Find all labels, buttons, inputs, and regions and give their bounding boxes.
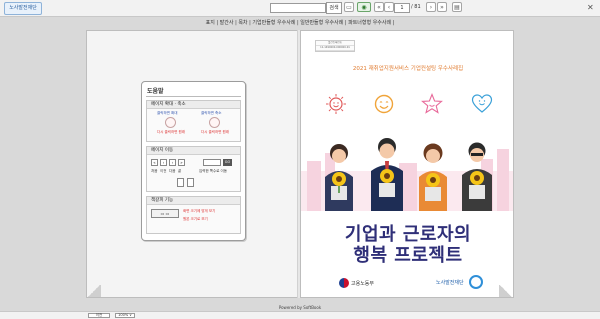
zoom-help-section: 페이지 확대 · 축소 클릭하면 확대 클릭하면 축소 다시 클릭하면 원래 다… [146, 100, 241, 142]
next-page-icon: › [169, 159, 176, 166]
fit-button-sample: ▭ ▭ [151, 209, 179, 218]
nav-label-last: 끝 [178, 169, 182, 173]
book-spread: 도움말 페이지 확대 · 축소 클릭하면 확대 클릭하면 축소 다시 클릭하면 … [86, 30, 514, 298]
page-number-input[interactable]: 1 [394, 3, 410, 13]
page-thumb-icon [177, 178, 184, 187]
foundation-name: 노사발전재단 [436, 280, 464, 286]
prev-page-icon: ‹ [160, 159, 167, 166]
view-mode-icon[interactable]: ▭ [344, 2, 354, 12]
zoom-in-label: 클릭하면 확대 [157, 111, 178, 115]
nav-help-title: 페이지 이동 [147, 147, 240, 155]
smile-face-icon [374, 94, 394, 114]
first-page-icon: « [151, 159, 158, 166]
prev-page-icon[interactable]: ‹ [384, 2, 394, 12]
ministry-emblem-icon [339, 278, 349, 288]
sun-face-icon [326, 94, 346, 114]
fit-help-section: 책갈피 기능 ▭ ▭ 화면 크기에 맞게 보기 원본 크기로 보기 [146, 196, 241, 234]
prev-spread-button[interactable]: 이전 [88, 313, 110, 318]
go-button: GO [223, 159, 232, 166]
print-icon[interactable]: ▤ [452, 2, 462, 12]
fit-note-1: 화면 크기에 맞게 보기 [183, 209, 216, 213]
next-page-icon[interactable]: › [426, 2, 436, 12]
foundation-logo[interactable]: 노사발전재단 [4, 2, 42, 15]
help-title: 도움말 [147, 88, 164, 95]
registration-stamp: 발간등록번호 11-1490000-000000-01 [315, 40, 355, 52]
left-page[interactable]: 도움말 페이지 확대 · 축소 클릭하면 확대 클릭하면 축소 다시 클릭하면 … [86, 30, 298, 298]
page-input-sample [203, 159, 221, 166]
workers-illustration [301, 138, 513, 211]
page-curl-right[interactable] [499, 285, 513, 297]
page-thumb-icon [187, 178, 194, 187]
nav-help-section: 페이지 이동 « ‹ › » GO 처음 이전 다음 끝 입력한 쪽수로 이동 [146, 146, 241, 192]
top-toolbar: 노사발전재단 검색 ▭ ◉ « ‹ 1 / 81 › » ▤ ✕ [0, 0, 600, 17]
zoom-out-label: 클릭하면 축소 [201, 111, 222, 115]
nav-label-first: 처음 [151, 169, 158, 173]
foundation-logo-icon [469, 275, 483, 289]
report-subtitle: 2021 재취업지원서비스 기업컨설팅 우수사례집 [352, 66, 464, 72]
powered-by: Powered by SoftBook [278, 305, 322, 310]
heart-face-icon [471, 94, 493, 113]
zoom-out-icon [209, 117, 220, 128]
search-input[interactable] [270, 3, 326, 13]
fit-note-2: 원본 크기로 보기 [183, 217, 208, 221]
nav-note: 입력한 쪽수로 이동 [199, 169, 227, 173]
help-panel: 도움말 페이지 확대 · 축소 클릭하면 확대 클릭하면 축소 다시 클릭하면 … [141, 81, 246, 241]
zoom-help-title: 페이지 확대 · 축소 [147, 101, 240, 109]
zoom-in-icon [165, 117, 176, 128]
nav-label-prev: 이전 [160, 169, 167, 173]
last-page-icon: » [178, 159, 185, 166]
stamp-row: 11-1490000-000000-01 [316, 46, 354, 51]
page-total: / 81 [411, 4, 421, 10]
star-face-icon [421, 93, 443, 114]
first-page-icon[interactable]: « [374, 2, 384, 12]
page-curl-left[interactable] [87, 285, 101, 297]
last-page-icon[interactable]: » [437, 2, 447, 12]
cover-page[interactable]: 발간등록번호 11-1490000-000000-01 2021 재취업지원서비… [300, 30, 514, 298]
main-title-line2: 행복 프로젝트 [353, 245, 463, 266]
close-icon[interactable]: ✕ [587, 3, 594, 12]
fit-help-title: 책갈피 기능 [147, 197, 240, 205]
zoom-note: 다시 클릭하면 원래 [157, 130, 185, 134]
ministry-name: 고용노동부 [351, 281, 375, 287]
nav-label-next: 다음 [169, 169, 176, 173]
sound-icon[interactable]: ◉ [357, 2, 371, 12]
zoom-note-2: 다시 클릭하면 원래 [201, 130, 229, 134]
breadcrumb[interactable]: 표지 | 발간사 | 목차 | 기업만들형 우수사례 | 일반만들형 우수사례 … [0, 17, 600, 29]
zoom-select[interactable]: 100% ∨ [115, 313, 135, 318]
divider [146, 96, 241, 97]
search-button[interactable]: 검색 [326, 2, 342, 14]
